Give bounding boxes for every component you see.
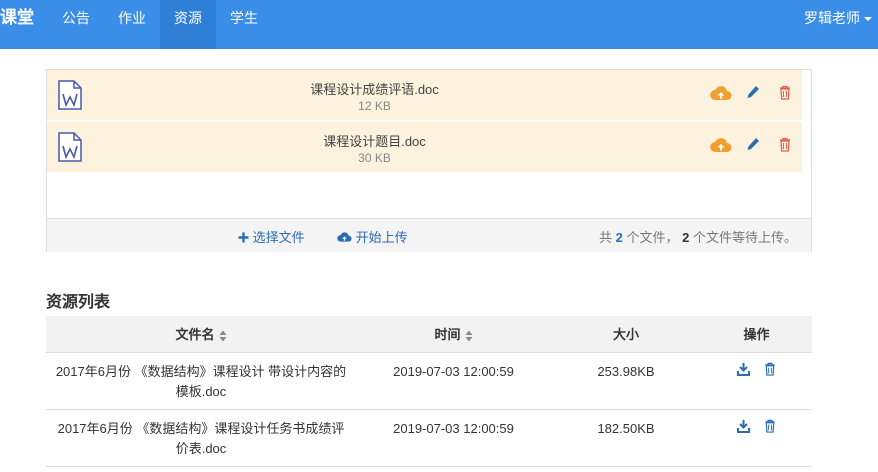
column-filename-label: 文件名 [175,327,215,343]
start-upload-label: 开始上传 [355,230,408,245]
summary-suffix: 个文件等待上传。 [692,230,797,245]
table-header: 文件名 时间 大小 操作 [46,316,812,353]
trash-delete-icon[interactable] [779,85,791,100]
user-name: 罗辑老师 [804,10,860,26]
nav-announcements[interactable]: 公告 [52,0,100,49]
pencil-edit-icon[interactable] [746,137,760,153]
queued-file: 课程设计成绩评语.doc 12 KB [47,70,802,120]
summary-prefix: 共 [598,230,612,245]
start-upload-button[interactable]: 开始上传 [337,227,408,246]
resource-size: 253.98KB [551,352,701,410]
nav-homework[interactable]: 作业 [108,0,156,49]
resource-actions [701,352,812,410]
queued-file-size: 12 KB [358,99,391,113]
upload-summary: 共 2 个文件， 2 个文件等待上传。 [599,227,797,246]
resource-time: 2019-07-03 12:00:59 [356,352,551,410]
table-row: 2017年6月份 《数据结构》课程设计任务书成绩评价表.doc 2019-07-… [46,409,812,467]
trash-delete-icon[interactable] [779,137,791,152]
column-time-label: 时间 [434,327,461,343]
uploader-toolbar: 选择文件 开始上传 共 2 个文件， 2 个文件等待上传。 [47,218,811,252]
column-time[interactable]: 时间 [356,316,551,353]
choose-file-label: 选择文件 [252,230,305,245]
brand-title[interactable]: 课堂 [0,0,34,49]
trash-delete-icon[interactable] [764,362,776,376]
pencil-edit-icon[interactable] [746,85,760,101]
queued-file-name: 课程设计题目.doc [323,134,426,149]
sort-icon [465,330,472,342]
trash-delete-icon[interactable] [764,419,776,433]
resource-table: 文件名 时间 大小 操作 2017年6月份 《数据结构》课程设计 带设计内容的模… [46,316,812,467]
resource-actions [701,409,812,467]
nav-students[interactable]: 学生 [220,0,268,49]
user-menu[interactable]: 罗辑老师 [804,0,872,49]
table-row: 2017年6月份 《数据结构》课程设计 带设计内容的模板.doc 2019-07… [46,352,812,410]
cloud-upload-icon [337,232,352,242]
download-icon[interactable] [737,419,751,433]
summary-mid: 个文件， [626,230,679,245]
cloud-upload-icon[interactable] [710,84,732,102]
cloud-upload-icon[interactable] [710,136,732,154]
resource-name: 2017年6月份 《数据结构》课程设计 带设计内容的模板.doc [46,352,356,410]
queued-file-size: 30 KB [358,151,391,165]
column-size: 大小 [551,316,701,353]
sort-icon [219,330,226,342]
resource-list-title: 资源列表 [46,294,111,311]
choose-file-button[interactable]: 选择文件 [238,227,305,246]
summary-file-count: 2 [615,230,623,245]
queued-file: 课程设计题目.doc 30 KB [47,122,802,172]
nav-resources[interactable]: 资源 [160,0,216,49]
resource-size: 182.50KB [551,409,701,467]
top-navbar: 课堂 公告 作业 资源 学生 罗辑老师 [0,0,878,49]
summary-pending-count: 2 [682,230,690,245]
queued-file-name: 课程设计成绩评语.doc [310,82,439,97]
download-icon[interactable] [737,362,751,376]
column-actions: 操作 [701,316,812,353]
column-filename[interactable]: 文件名 [46,316,356,353]
resource-time: 2019-07-03 12:00:59 [356,409,551,467]
caret-down-icon [864,17,872,22]
resource-name: 2017年6月份 《数据结构》课程设计任务书成绩评价表.doc [46,409,356,467]
file-uploader: 课程设计成绩评语.doc 12 KB 课程设计题目.doc 30 KB 选择文件… [46,69,812,252]
plus-icon [238,232,249,243]
